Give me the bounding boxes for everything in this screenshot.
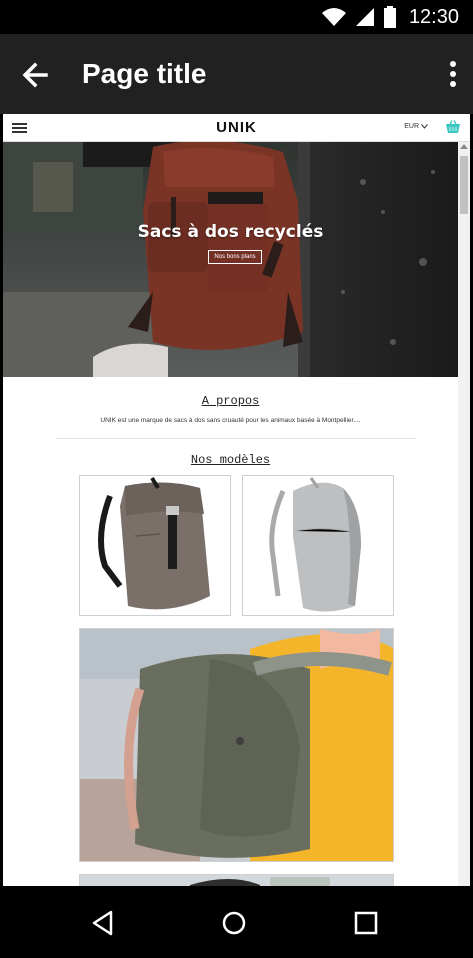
signal-icon bbox=[355, 8, 374, 26]
nav-back-icon[interactable] bbox=[86, 906, 120, 940]
status-icons: 12:30 bbox=[321, 4, 459, 30]
battery-icon bbox=[383, 6, 396, 28]
more-vert-icon bbox=[450, 61, 456, 87]
lifestyle-image-partial[interactable] bbox=[79, 874, 394, 886]
scroll-thumb[interactable] bbox=[460, 156, 468, 214]
page-scrollbar[interactable] bbox=[458, 142, 470, 886]
back-button[interactable] bbox=[18, 58, 52, 92]
lifestyle-backpack-photo bbox=[80, 629, 393, 861]
site-header: UNIK EUR bbox=[3, 114, 470, 142]
app-bar: Page title bbox=[0, 34, 473, 114]
hero-banner: Sacs à dos recyclés Nos bons plans bbox=[3, 142, 458, 377]
webview: UNIK EUR Sacs à dos recyclés Nos bons pl… bbox=[3, 114, 470, 886]
currency-label: EUR bbox=[404, 123, 419, 130]
currency-selector[interactable]: EUR bbox=[404, 123, 428, 130]
back-arrow-icon bbox=[22, 62, 48, 88]
wifi-icon bbox=[321, 8, 346, 26]
product-image-grey-backpack bbox=[243, 476, 393, 615]
hero-cta-button[interactable]: Nos bons plans bbox=[208, 250, 262, 264]
nav-recent-icon[interactable] bbox=[349, 906, 383, 940]
about-text: UNIK est une marque de sacs à dos sans c… bbox=[100, 417, 361, 424]
nav-home-icon[interactable] bbox=[217, 906, 251, 940]
about-heading: A propos bbox=[201, 394, 260, 408]
cart-icon[interactable] bbox=[445, 120, 461, 135]
status-time: 12:30 bbox=[408, 5, 459, 28]
system-nav-bar bbox=[0, 886, 473, 958]
product-card[interactable] bbox=[242, 475, 394, 616]
lifestyle-image[interactable] bbox=[79, 628, 394, 862]
section-divider bbox=[56, 438, 416, 439]
page-title: Page title bbox=[82, 58, 207, 89]
status-bar: 12:30 bbox=[0, 0, 473, 34]
product-card[interactable] bbox=[79, 475, 231, 616]
chevron-down-icon bbox=[421, 124, 428, 129]
product-image-brown-backpack bbox=[80, 476, 230, 615]
hero-title: Sacs à dos recyclés bbox=[137, 222, 324, 242]
lifestyle-photo-2 bbox=[80, 875, 393, 886]
models-heading: Nos modèles bbox=[190, 453, 271, 467]
scroll-up-arrow-icon[interactable] bbox=[460, 144, 468, 149]
site-logo[interactable]: UNIK bbox=[3, 119, 470, 136]
more-options-button[interactable] bbox=[443, 58, 463, 92]
